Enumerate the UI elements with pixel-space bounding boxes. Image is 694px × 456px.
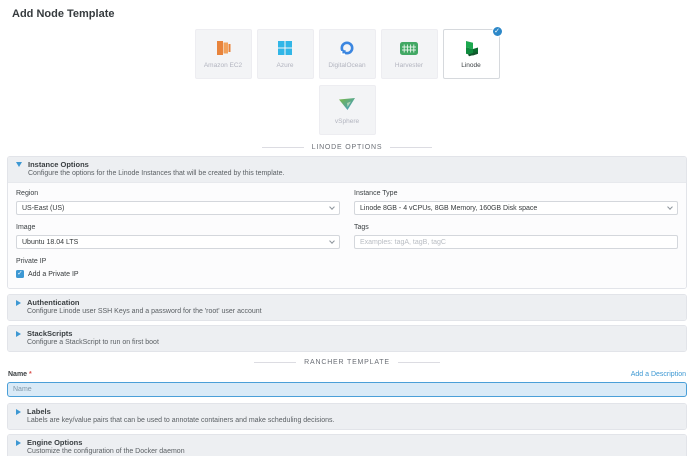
section-labels: Labels Labels are key/value pairs that c… bbox=[7, 403, 687, 430]
image-field: Image Ubuntu 18.04 LTS bbox=[16, 224, 340, 249]
instance-options-body: Region US-East (US) Instance Type Linode… bbox=[8, 182, 686, 288]
azure-icon bbox=[278, 40, 292, 57]
provider-tile-linode[interactable]: ✓ Linode bbox=[443, 29, 500, 79]
name-label-text: Name bbox=[8, 371, 27, 378]
page-title: Add Node Template bbox=[12, 8, 687, 20]
expand-arrow-icon bbox=[16, 409, 21, 415]
labels-heading: Labels Labels are key/value pairs that c… bbox=[27, 407, 334, 425]
authentication-toggle[interactable]: Authentication Configure Linode user SSH… bbox=[8, 295, 686, 320]
section-subtitle: Configure the options for the Linode Ins… bbox=[28, 169, 284, 178]
provider-tile-label: Linode bbox=[461, 62, 481, 69]
amazon-ec2-icon bbox=[216, 40, 231, 57]
provider-tile-label: vSphere bbox=[335, 118, 359, 125]
chevron-down-icon bbox=[329, 238, 335, 244]
rancher-template-header: RANCHER TEMPLATE bbox=[7, 358, 687, 367]
section-instance-options: Instance Options Configure the options f… bbox=[7, 156, 687, 289]
divider-line bbox=[390, 147, 432, 148]
instance-type-field: Instance Type Linode 8GB - 4 vCPUs, 8GB … bbox=[354, 190, 678, 215]
expand-arrow-icon bbox=[16, 331, 21, 337]
provider-tile-label: DigitalOcean bbox=[328, 62, 365, 69]
private-ip-checkbox-label: Add a Private IP bbox=[28, 271, 79, 278]
harvester-icon bbox=[400, 40, 418, 57]
section-title: Labels bbox=[27, 407, 334, 416]
region-select[interactable]: US-East (US) bbox=[16, 201, 340, 215]
provider-tile-azure[interactable]: Azure bbox=[257, 29, 314, 79]
digitalocean-icon bbox=[339, 40, 355, 57]
region-field: Region US-East (US) bbox=[16, 190, 340, 215]
section-subtitle: Customize the configuration of the Docke… bbox=[27, 447, 185, 456]
section-title: StackScripts bbox=[27, 329, 159, 338]
instance-type-value: Linode 8GB - 4 vCPUs, 8GB Memory, 160GB … bbox=[360, 205, 537, 212]
section-title: Instance Options bbox=[28, 160, 284, 169]
provider-tile-label: Azure bbox=[277, 62, 294, 69]
private-ip-label: Private IP bbox=[16, 258, 340, 266]
image-select[interactable]: Ubuntu 18.04 LTS bbox=[16, 235, 340, 249]
image-value: Ubuntu 18.04 LTS bbox=[22, 239, 78, 246]
section-title: Engine Options bbox=[27, 438, 185, 447]
divider-line bbox=[262, 147, 304, 148]
expand-arrow-icon bbox=[16, 300, 21, 306]
private-ip-checkbox[interactable]: ✓ bbox=[16, 270, 24, 278]
section-subtitle: Configure a StackScript to run on first … bbox=[27, 338, 159, 347]
tags-label: Tags bbox=[354, 224, 678, 232]
instance-type-label: Instance Type bbox=[354, 190, 678, 198]
stackscripts-heading: StackScripts Configure a StackScript to … bbox=[27, 329, 159, 347]
section-engine-options: Engine Options Customize the configurati… bbox=[7, 434, 687, 456]
instance-options-heading: Instance Options Configure the options f… bbox=[28, 160, 284, 178]
expand-arrow-icon bbox=[16, 440, 21, 446]
tags-input[interactable] bbox=[354, 235, 678, 249]
chevron-down-icon bbox=[329, 204, 335, 210]
provider-tile-vsphere[interactable]: vSphere bbox=[319, 85, 376, 135]
private-ip-field: Private IP ✓ Add a Private IP bbox=[16, 258, 340, 278]
chevron-down-icon bbox=[667, 204, 673, 210]
labels-toggle[interactable]: Labels Labels are key/value pairs that c… bbox=[8, 404, 686, 429]
section-authentication: Authentication Configure Linode user SSH… bbox=[7, 294, 687, 321]
section-subtitle: Configure Linode user SSH Keys and a pas… bbox=[27, 307, 262, 316]
linode-options-header: LINODE OPTIONS bbox=[7, 143, 687, 152]
provider-tile-label: Amazon EC2 bbox=[204, 62, 242, 69]
image-label: Image bbox=[16, 224, 340, 232]
stackscripts-toggle[interactable]: StackScripts Configure a StackScript to … bbox=[8, 326, 686, 351]
provider-tile-amazon-ec2[interactable]: Amazon EC2 bbox=[195, 29, 252, 79]
provider-tile-harvester[interactable]: Harvester bbox=[381, 29, 438, 79]
authentication-heading: Authentication Configure Linode user SSH… bbox=[27, 298, 262, 316]
engine-options-toggle[interactable]: Engine Options Customize the configurati… bbox=[8, 435, 686, 456]
provider-tiles-row-2: vSphere bbox=[7, 85, 687, 135]
region-value: US-East (US) bbox=[22, 205, 64, 212]
engine-options-heading: Engine Options Customize the configurati… bbox=[27, 438, 185, 456]
name-input[interactable] bbox=[7, 382, 687, 397]
divider-line bbox=[398, 362, 440, 363]
provider-tile-label: Harvester bbox=[395, 62, 423, 69]
tags-field: Tags bbox=[354, 224, 678, 249]
collapse-arrow-icon bbox=[16, 162, 22, 167]
add-node-template-page: Add Node Template Amazon EC2 Azure Digit… bbox=[0, 0, 694, 456]
section-stackscripts: StackScripts Configure a StackScript to … bbox=[7, 325, 687, 352]
linode-icon bbox=[464, 40, 479, 57]
name-row: Name * Add a Description bbox=[7, 371, 687, 378]
name-label: Name * bbox=[8, 371, 32, 378]
required-marker: * bbox=[29, 371, 32, 378]
rancher-template-header-text: RANCHER TEMPLATE bbox=[304, 358, 390, 367]
provider-tiles-row-1: Amazon EC2 Azure DigitalOcean Harvester … bbox=[7, 29, 687, 79]
instance-options-toggle[interactable]: Instance Options Configure the options f… bbox=[8, 157, 686, 182]
linode-options-header-text: LINODE OPTIONS bbox=[312, 143, 383, 152]
instance-type-select[interactable]: Linode 8GB - 4 vCPUs, 8GB Memory, 160GB … bbox=[354, 201, 678, 215]
add-description-link[interactable]: Add a Description bbox=[631, 371, 686, 378]
section-subtitle: Labels are key/value pairs that can be u… bbox=[27, 416, 334, 425]
divider-line bbox=[254, 362, 296, 363]
selected-check-icon: ✓ bbox=[492, 26, 503, 37]
vsphere-icon bbox=[338, 96, 356, 113]
section-title: Authentication bbox=[27, 298, 262, 307]
provider-tile-digitalocean[interactable]: DigitalOcean bbox=[319, 29, 376, 79]
region-label: Region bbox=[16, 190, 340, 198]
